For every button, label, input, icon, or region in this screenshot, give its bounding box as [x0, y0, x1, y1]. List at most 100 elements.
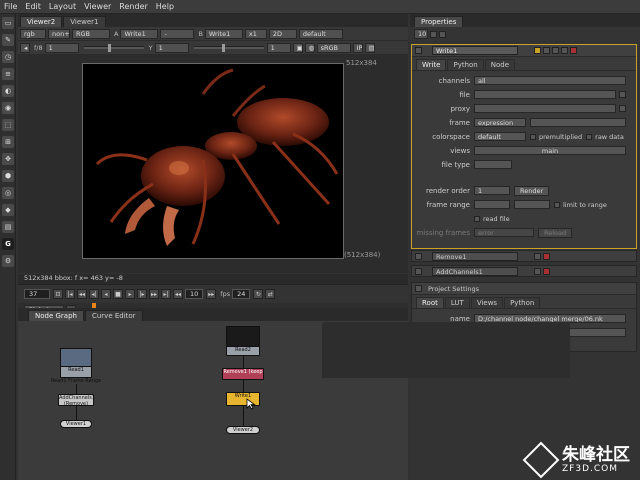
file-input[interactable] [474, 90, 616, 99]
menu-file[interactable]: File [0, 2, 21, 11]
expand-arrow-icon[interactable] [415, 252, 422, 260]
read-file-checkbox[interactable] [474, 215, 480, 222]
remove1-color-icon[interactable] [534, 252, 541, 260]
fps-field[interactable]: 24 [232, 288, 251, 299]
prev-frame-icon[interactable]: ◂| [89, 288, 99, 299]
menu-edit[interactable]: Edit [21, 2, 45, 11]
clear-panels-icon[interactable] [439, 30, 446, 38]
frame-range-start[interactable] [474, 200, 510, 209]
proxy-input[interactable] [474, 104, 616, 113]
gamma-field[interactable]: 1 [154, 42, 189, 53]
playback-mode-icon[interactable]: ⇄ [265, 288, 276, 299]
prev-keyframe-icon[interactable]: ◂◂ [77, 288, 87, 299]
roi-icon[interactable]: ▣ [292, 42, 303, 53]
increment-field[interactable]: 10 [185, 288, 204, 299]
render-order-field[interactable]: 1 [474, 186, 510, 195]
tab-python[interactable]: Python [447, 59, 484, 70]
play-forward-icon[interactable]: ▸ [125, 288, 135, 299]
expand-arrow-icon[interactable] [415, 267, 422, 275]
tab-properties[interactable]: Properties [414, 16, 464, 27]
last-frame-icon[interactable]: ▸| [161, 288, 171, 299]
menu-help[interactable]: Help [152, 2, 178, 11]
remove1-name-field[interactable]: Remove1 [432, 251, 518, 261]
addchannels1-color-icon[interactable] [534, 267, 541, 275]
tab-viewer1[interactable]: Viewer1 [63, 16, 106, 27]
tab-views[interactable]: Views [470, 297, 504, 308]
draw-tool-icon[interactable]: ✎ [2, 34, 14, 46]
addchannels1-close-icon[interactable] [543, 267, 550, 275]
tab-root[interactable]: Root [416, 297, 444, 308]
tab-write[interactable]: Write [416, 59, 447, 70]
collapse-arrow-icon[interactable] [415, 285, 422, 292]
tab-lut[interactable]: LUT [444, 297, 470, 308]
render-button[interactable]: Render [514, 185, 550, 196]
lock-icon[interactable]: ⊡ [53, 288, 63, 299]
collapse-arrow-icon[interactable] [415, 47, 422, 54]
settings-tool-icon[interactable]: ⚙ [2, 255, 14, 267]
colorspace-dropdown[interactable]: sRGB [316, 42, 351, 53]
channels-dropdown-write[interactable]: all [474, 76, 626, 85]
file-type-dropdown[interactable] [474, 160, 512, 169]
clip-warning-icon[interactable]: ◍ [304, 42, 315, 53]
colorspace-dropdown-write[interactable]: default [474, 132, 526, 141]
gain-slider[interactable] [83, 44, 144, 52]
view-mode-dropdown[interactable]: 2D [268, 28, 297, 39]
first-frame-icon[interactable]: |◂ [65, 288, 75, 299]
views-tool-icon[interactable]: ◎ [2, 187, 14, 199]
zoom-dropdown[interactable]: x1 [244, 28, 267, 39]
wipe-operation-dropdown[interactable]: - [160, 28, 195, 39]
current-frame-field[interactable]: 37 [24, 288, 50, 299]
close-panel-icon[interactable] [570, 47, 577, 54]
forward-increment-icon[interactable]: ▸▸ [206, 288, 217, 299]
write1-name-field[interactable]: Write1 [432, 46, 518, 55]
frame-expression-input[interactable] [530, 118, 626, 127]
menu-render[interactable]: Render [115, 2, 151, 11]
image-tool-icon[interactable]: ▭ [2, 17, 14, 29]
menu-viewer[interactable]: Viewer [80, 2, 115, 11]
time-tool-icon[interactable]: ◷ [2, 51, 14, 63]
channels-dropdown[interactable]: rgb [20, 28, 46, 39]
metadata-tool-icon[interactable]: ◆ [2, 204, 14, 216]
missing-frames-dropdown[interactable]: error [474, 228, 534, 237]
tab-node[interactable]: Node [484, 59, 516, 70]
other-tool-icon[interactable]: ▤ [2, 221, 14, 233]
tab-node-graph[interactable]: Node Graph [28, 310, 84, 321]
views-dropdown[interactable]: main [474, 146, 626, 155]
node-color-icon[interactable] [534, 47, 541, 54]
reload-button[interactable]: Reload [538, 227, 573, 238]
revert-icon[interactable] [561, 47, 568, 54]
lut-dropdown[interactable]: default [298, 28, 343, 39]
frame-range-end[interactable] [514, 200, 550, 209]
gizmo-tool-icon[interactable]: G [2, 238, 14, 250]
channel-tool-icon[interactable]: ≡ [2, 68, 14, 80]
node-viewer2[interactable]: Viewer2 [226, 426, 260, 434]
max-panels-field[interactable]: 10 [414, 29, 428, 39]
file-browse-icon[interactable] [619, 91, 626, 98]
viewer-settings-icon[interactable]: ▤ [364, 42, 375, 53]
premultiplied-checkbox[interactable] [530, 133, 536, 140]
a-input-dropdown[interactable]: Write1 [120, 28, 159, 39]
tab-viewer2[interactable]: Viewer2 [20, 16, 63, 27]
node-read1[interactable]: Read1 [60, 366, 92, 378]
redo-icon[interactable] [552, 47, 559, 54]
menu-layout[interactable]: Layout [45, 2, 80, 11]
lock-panels-icon[interactable] [430, 30, 437, 38]
tab-project-python[interactable]: Python [504, 297, 541, 308]
frame-mode-dropdown[interactable]: expression [474, 118, 526, 127]
display-channel-dropdown[interactable]: RGB [72, 28, 110, 39]
gamma-slider[interactable] [193, 44, 264, 52]
play-backward-icon[interactable]: ◂ [101, 288, 111, 299]
color-tool-icon[interactable]: ◐ [2, 85, 14, 97]
loop-mode-icon[interactable]: ↻ [253, 288, 264, 299]
undo-icon[interactable] [543, 47, 550, 54]
gain-field[interactable]: 1 [44, 42, 79, 53]
channel-none-dropdown[interactable]: non+ [48, 28, 70, 39]
stop-icon[interactable]: ■ [113, 288, 123, 299]
transform-tool-icon[interactable]: ✥ [2, 153, 14, 165]
next-keyframe-icon[interactable]: ▸▸ [149, 288, 159, 299]
back-increment-icon[interactable]: ◂◂ [173, 288, 183, 299]
frame-field[interactable]: 1 [266, 42, 291, 53]
proxy-browse-icon[interactable] [619, 105, 626, 112]
merge-tool-icon[interactable]: ⊞ [2, 136, 14, 148]
filter-tool-icon[interactable]: ◉ [2, 102, 14, 114]
